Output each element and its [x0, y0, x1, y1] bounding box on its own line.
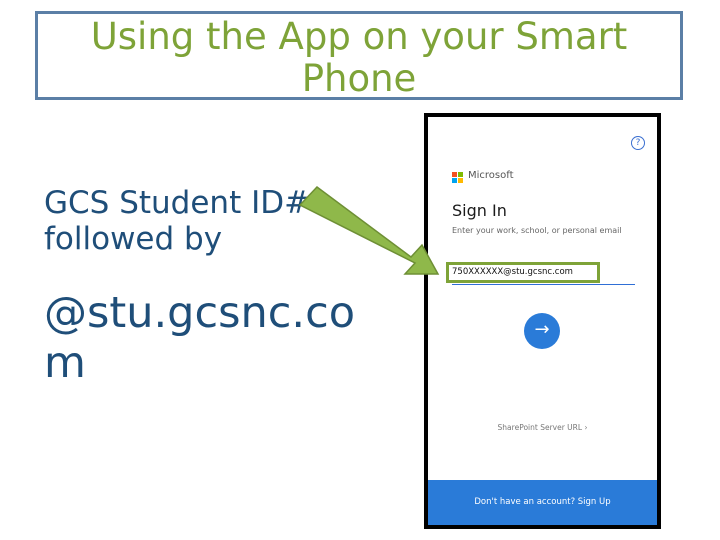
pointer-arrow-icon — [298, 185, 440, 275]
